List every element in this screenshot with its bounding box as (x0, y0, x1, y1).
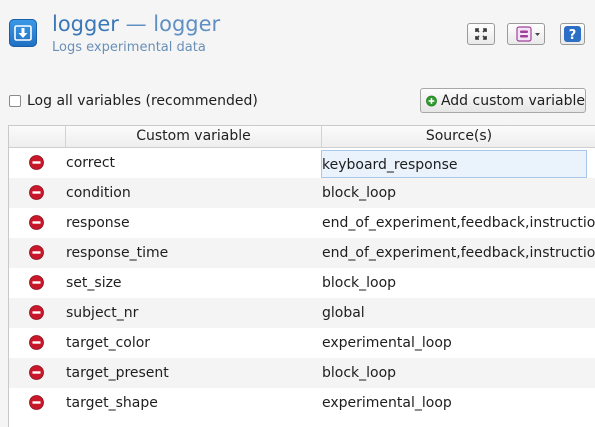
variable-name-cell[interactable]: target_present (66, 358, 169, 388)
table-row[interactable]: condition block_loop (9, 178, 595, 208)
remove-variable-icon[interactable] (29, 245, 44, 260)
view-toggle-button[interactable] (507, 23, 545, 45)
view-toggle-icon (516, 26, 540, 42)
variable-source-cell[interactable]: experimental_loop (322, 328, 595, 358)
add-custom-variable-button[interactable]: Add custom variable (420, 88, 586, 113)
variable-source-cell[interactable]: block_loop (322, 358, 595, 388)
table-row[interactable]: target_present block_loop (9, 358, 595, 388)
fullscreen-icon (475, 28, 487, 40)
table-row[interactable]: correct keyboard_response (9, 148, 595, 178)
variable-name-cell[interactable]: target_shape (66, 388, 158, 418)
remove-variable-icon[interactable] (29, 335, 44, 350)
item-description[interactable]: Logs experimental data (52, 40, 206, 55)
variable-source-cell[interactable]: end_of_experiment,feedback,instructions (322, 208, 595, 238)
variable-source-cell[interactable]: block_loop (322, 268, 595, 298)
table-row[interactable]: subject_nr global (9, 298, 595, 328)
variable-name-cell[interactable]: condition (66, 178, 131, 208)
table-header: Custom variable Source(s) (9, 126, 595, 148)
variable-source-cell[interactable]: end_of_experiment,feedback,instructions (322, 238, 595, 268)
table-row[interactable]: set_size block_loop (9, 268, 595, 298)
remove-variable-icon[interactable] (29, 275, 44, 290)
remove-variable-icon[interactable] (29, 305, 44, 320)
remove-variable-icon[interactable] (29, 185, 44, 200)
fullscreen-button[interactable] (467, 23, 495, 45)
page-title: logger — logger (52, 12, 220, 36)
add-custom-variable-label: Add custom variable (440, 92, 585, 109)
custom-variables-table: Custom variable Source(s) correct keyboar… (8, 125, 595, 427)
help-glyph: ? (569, 28, 577, 43)
help-icon: ? (564, 26, 581, 43)
table-row[interactable]: target_color experimental_loop (9, 328, 595, 358)
variable-source-cell[interactable]: global (322, 298, 595, 328)
remove-variable-icon[interactable] (29, 365, 44, 380)
add-icon (426, 95, 437, 106)
variable-source-cell[interactable]: keyboard_response (321, 150, 587, 178)
header-sources[interactable]: Source(s) (322, 126, 595, 147)
log-all-label[interactable]: Log all variables (recommended) (27, 93, 258, 109)
item-type: logger (153, 12, 221, 36)
variable-name-cell[interactable]: response_time (66, 238, 168, 268)
item-name[interactable]: logger (52, 12, 119, 36)
item-header: logger — logger Logs experimental data ? (0, 0, 595, 80)
variable-name-cell[interactable]: target_color (66, 328, 150, 358)
help-button[interactable]: ? (560, 23, 585, 45)
table-row[interactable]: response end_of_experiment,feedback,instr… (9, 208, 595, 238)
title-separator: — (118, 12, 154, 36)
table-row[interactable]: target_shape experimental_loop (9, 388, 595, 418)
remove-variable-icon[interactable] (29, 215, 44, 230)
log-all-option[interactable]: Log all variables (recommended) (9, 92, 258, 110)
remove-variable-icon[interactable] (29, 155, 44, 170)
variable-source-cell[interactable]: block_loop (322, 178, 595, 208)
log-all-checkbox[interactable] (9, 95, 21, 107)
table-row[interactable]: response_time end_of_experiment,feedback,… (9, 238, 595, 268)
header-custom-variable[interactable]: Custom variable (66, 126, 322, 147)
variable-name-cell[interactable]: correct (66, 148, 115, 178)
variable-name-cell[interactable]: response (66, 208, 130, 238)
variable-name-cell[interactable]: set_size (66, 268, 122, 298)
variable-name-cell[interactable]: subject_nr (66, 298, 138, 328)
remove-variable-icon[interactable] (29, 395, 44, 410)
variable-source-cell[interactable]: experimental_loop (322, 388, 595, 418)
logger-download-icon (9, 19, 37, 47)
header-delete-column (9, 126, 66, 147)
